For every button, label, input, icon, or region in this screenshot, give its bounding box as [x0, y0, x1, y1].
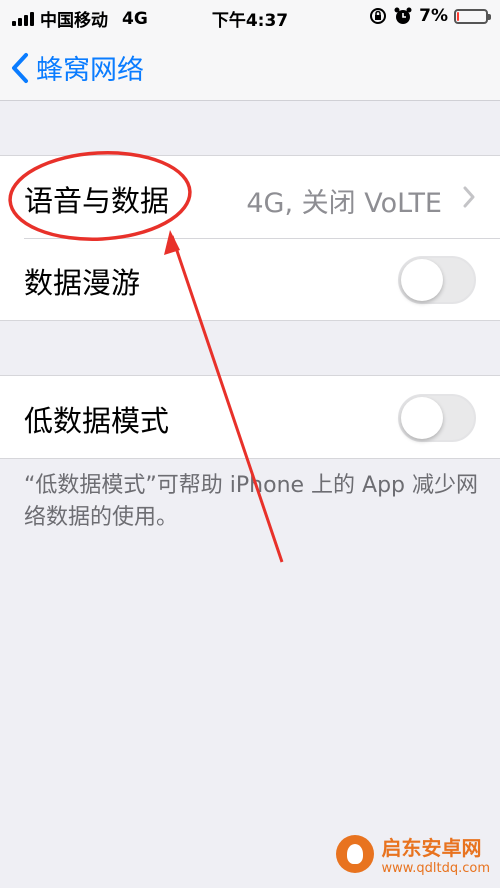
battery-icon — [454, 8, 491, 24]
alarm-icon — [394, 7, 412, 24]
low-data-mode-toggle[interactable] — [398, 394, 476, 442]
back-label: 蜂窝网络 — [36, 55, 144, 86]
battery-percent: 7% — [419, 6, 448, 26]
navigation-bar: 蜂窝网络 — [0, 34, 500, 101]
low-data-group: 低数据模式 — [0, 375, 500, 459]
chevron-right-icon — [463, 186, 475, 208]
toggle-knob — [401, 397, 443, 439]
cellular-settings-group: 语音与数据 4G, 关闭 VoLTE 数据漫游 — [0, 155, 500, 321]
chevron-left-icon — [12, 52, 28, 83]
low-data-mode-footnote: “低数据模式”可帮助 iPhone 上的 App 减少网络数据的使用。 — [24, 473, 479, 530]
watermark-url: www.qdltdq.com — [381, 861, 490, 876]
watermark: 启东安卓网 www.qdltdq.com — [335, 832, 490, 876]
data-roaming-toggle[interactable] — [398, 256, 476, 304]
voice-and-data-label: 语音与数据 — [24, 184, 170, 218]
status-bar: 中国移动 4G 下午4:37 7% — [0, 0, 500, 34]
back-button[interactable]: 蜂窝网络 — [10, 48, 144, 87]
watermark-title: 启东安卓网 — [381, 836, 482, 860]
rotation-lock-icon — [370, 8, 387, 24]
voice-and-data-value: 4G, 关闭 VoLTE — [246, 188, 442, 219]
voice-and-data-row[interactable]: 语音与数据 4G, 关闭 VoLTE — [0, 156, 500, 238]
data-roaming-row: 数据漫游 — [0, 238, 500, 320]
toggle-knob — [401, 259, 443, 301]
data-roaming-label: 数据漫游 — [24, 266, 141, 300]
low-data-mode-row: 低数据模式 — [0, 376, 500, 458]
watermark-logo-icon — [335, 835, 374, 873]
low-data-mode-label: 低数据模式 — [24, 404, 170, 438]
